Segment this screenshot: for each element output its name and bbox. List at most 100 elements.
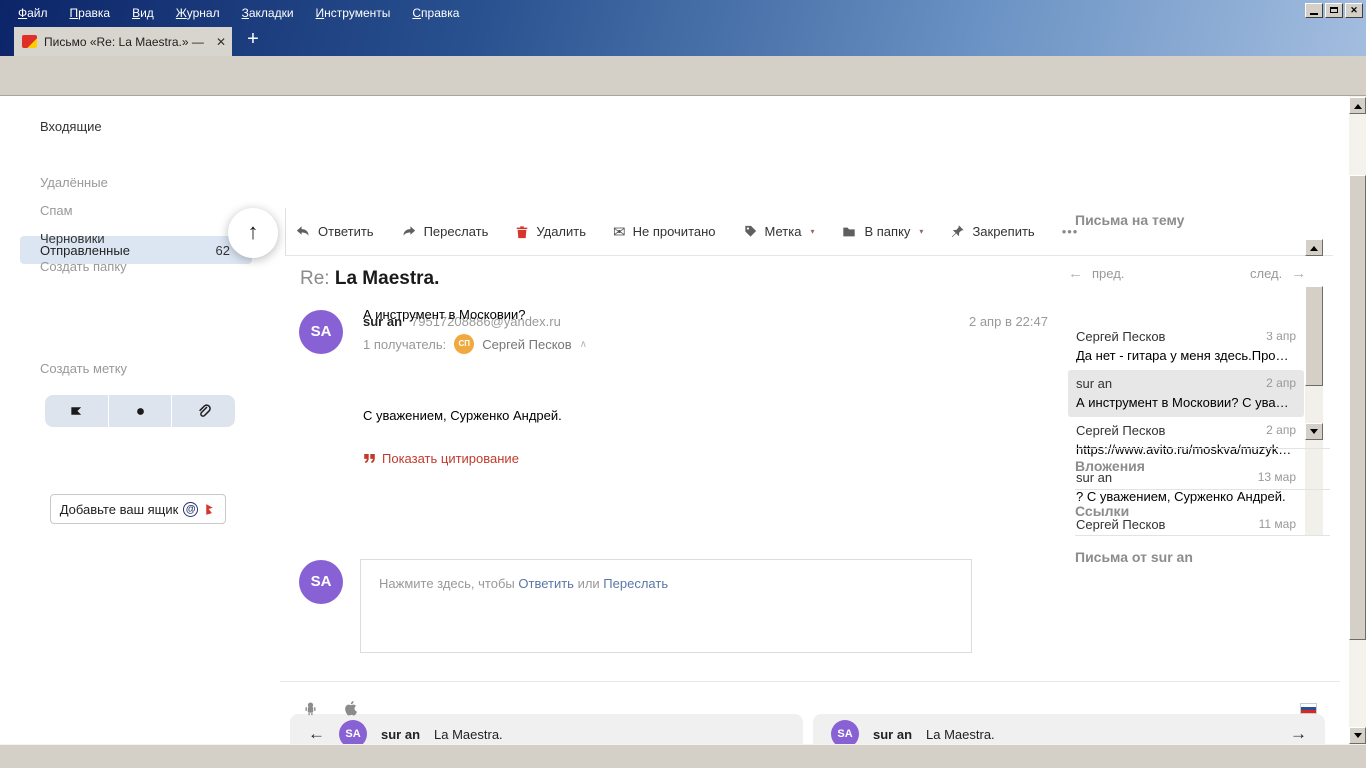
important-flag-icon[interactable] <box>45 395 109 427</box>
message-date: 2 апр в 22:47 <box>968 314 1048 329</box>
folder-caret-icon: ▾ <box>919 227 924 236</box>
prev-card-sender: sur an <box>381 726 421 742</box>
divider <box>1075 535 1330 536</box>
browser-menubar: Файл Правка Вид Журнал Закладки Инструме… <box>0 0 1366 25</box>
screen: Файл Правка Вид Журнал Закладки Инструме… <box>0 0 1366 768</box>
mailru-at-icon: @ <box>183 501 199 517</box>
recipient-avatar[interactable]: СП <box>454 334 475 354</box>
apple-icon[interactable] <box>343 699 359 717</box>
quick-forward-link[interactable]: Переслать <box>603 576 668 591</box>
scroll-to-top-button[interactable]: ↑ <box>228 208 278 258</box>
russian-flag-icon[interactable] <box>1300 703 1317 714</box>
red-flag-icon <box>206 504 214 515</box>
prev-card-arrow-icon: ← <box>308 724 325 743</box>
reply-button[interactable]: Ответить <box>295 224 374 239</box>
envelope-icon: ✉ <box>613 223 626 241</box>
move-to-folder-button[interactable]: В папку ▾ <box>841 224 923 239</box>
label-button[interactable]: Метка ▾ <box>743 224 815 239</box>
message-subject: Re: La Maestra. <box>300 268 440 289</box>
android-icon[interactable] <box>302 700 319 717</box>
message-body-line1: А инструмент в Московии? <box>363 307 526 322</box>
sidebar-item-inbox[interactable]: Входящие <box>40 119 102 134</box>
menu-file[interactable]: Файл <box>8 3 58 23</box>
page-scroll-down-button[interactable] <box>1349 727 1366 744</box>
divider <box>1075 448 1330 449</box>
next-card-sender: sur an <box>873 726 913 742</box>
sender-avatar[interactable]: SA <box>299 310 343 354</box>
related-heading: Письма на тему <box>1075 212 1185 228</box>
message-signature: С уважением, Сурженко Андрей. <box>363 408 562 423</box>
trash-icon <box>517 225 528 238</box>
attachments-section[interactable]: Вложения <box>1075 458 1145 474</box>
related-scroll-up-button[interactable] <box>1305 239 1323 256</box>
unread-dot-icon[interactable] <box>109 395 173 427</box>
page-scroll-up-button[interactable] <box>1349 97 1366 114</box>
close-window-button[interactable]: ✕ <box>1345 3 1363 18</box>
next-card-arrow-icon: → <box>1290 724 1307 743</box>
next-card-subject: La Maestra. <box>926 726 995 742</box>
mark-unread-button[interactable]: ✉ Не прочитано <box>613 223 716 241</box>
footer-divider <box>280 681 1340 682</box>
related-item-2-selected[interactable]: sur an 2 апр А инструмент в Московии? С у… <box>1068 370 1304 417</box>
yandex-mail-favicon <box>22 35 37 48</box>
reply-user-avatar: SA <box>299 560 343 604</box>
sent-count-badge: 62 <box>215 243 230 258</box>
label-caret-icon: ▾ <box>810 227 815 236</box>
tab-title: Письмо «Re: La Maestra.» — sur <box>44 34 204 49</box>
prev-message-link[interactable]: ← пред. <box>1068 265 1124 282</box>
next-arrow-icon: → <box>1291 265 1307 282</box>
add-mailbox-label: Добавьте ваш ящик <box>59 501 179 517</box>
prev-arrow-icon: ← <box>1068 265 1083 282</box>
quick-reply-link[interactable]: Ответить <box>518 576 574 591</box>
divider <box>1075 489 1330 490</box>
forward-icon <box>402 226 415 236</box>
new-tab-button[interactable]: + <box>240 29 266 49</box>
sidebar-item-drafts[interactable]: Черновики <box>40 231 105 246</box>
browser-titlebar: Файл Правка Вид Журнал Закладки Инструме… <box>0 0 1366 56</box>
browser-navbar: ← → ↻ ⌂ i https://mail.yandex.ru/?uid=25… <box>0 56 1366 148</box>
show-quote-toggle[interactable]: Показать цитирование <box>363 451 519 466</box>
related-item-3[interactable]: Сергей Песков 2 апр https://www.avito.ru/… <box>1068 417 1304 464</box>
add-mailbox-button[interactable]: Добавьте ваш ящик @ <box>50 494 226 524</box>
collapse-recipients-icon[interactable]: ∧ <box>580 339 587 350</box>
create-label-link[interactable]: Создать метку <box>40 361 127 376</box>
window-controls: ✕ <box>1305 3 1363 18</box>
menu-edit[interactable]: Правка <box>60 3 121 23</box>
related-scroll-thumb[interactable] <box>1305 286 1323 386</box>
create-folder-link[interactable]: Создать папку <box>40 259 127 274</box>
tag-icon <box>744 225 756 237</box>
recipient-name[interactable]: Сергей Песков <box>482 337 571 352</box>
menu-view[interactable]: Вид <box>122 3 164 23</box>
next-message-link[interactable]: след. → <box>1250 265 1306 282</box>
quick-reply-box[interactable]: Нажмите здесь, чтобы Ответить или Пересл… <box>360 559 972 653</box>
browser-tab[interactable]: Письмо «Re: La Maestra.» — sur ✕ <box>14 27 232 56</box>
folder-icon <box>843 227 856 236</box>
delete-button[interactable]: Удалить <box>515 224 586 240</box>
menu-help[interactable]: Справка <box>402 3 469 23</box>
minimize-button[interactable] <box>1305 3 1323 18</box>
page-scroll-thumb[interactable] <box>1349 175 1366 640</box>
reply-icon <box>296 226 309 236</box>
attachment-paperclip-icon[interactable] <box>172 395 235 427</box>
links-section[interactable]: Ссылки <box>1075 503 1129 519</box>
tab-close-icon[interactable]: ✕ <box>216 35 226 49</box>
taskbar: Пуск ▶ e Письмо «Re: La Maes… RU S G 10:… <box>0 744 1366 768</box>
pin-button[interactable]: Закрепить <box>950 224 1035 239</box>
letters-from-section[interactable]: Письма от sur an <box>1075 549 1193 565</box>
restore-button[interactable] <box>1325 3 1343 18</box>
pin-icon <box>952 225 965 238</box>
menu-history[interactable]: Журнал <box>166 3 230 23</box>
message-recipients-line: 1 получатель: СП Сергей Песков ∧ <box>363 334 587 354</box>
prev-card-subject: La Maestra. <box>434 726 503 742</box>
sidebar-item-spam[interactable]: Спам <box>40 203 73 218</box>
quote-icon <box>364 454 375 463</box>
related-item-1[interactable]: Сергей Песков 3 апр Да нет - гитара у мен… <box>1068 332 1304 370</box>
mail-page: Входящие Отправленные 62 Удалённые Спам … <box>0 96 1349 754</box>
forward-button-mail[interactable]: Переслать <box>401 224 488 239</box>
menu-bookmarks[interactable]: Закладки <box>232 3 304 23</box>
sidebar-item-trash[interactable]: Удалённые <box>40 175 108 190</box>
recipients-label: 1 получатель: <box>363 336 447 352</box>
menu-tools[interactable]: Инструменты <box>306 3 401 23</box>
related-scroll-down-button[interactable] <box>1305 423 1323 440</box>
sidebar-filter-iconrow <box>45 395 235 427</box>
